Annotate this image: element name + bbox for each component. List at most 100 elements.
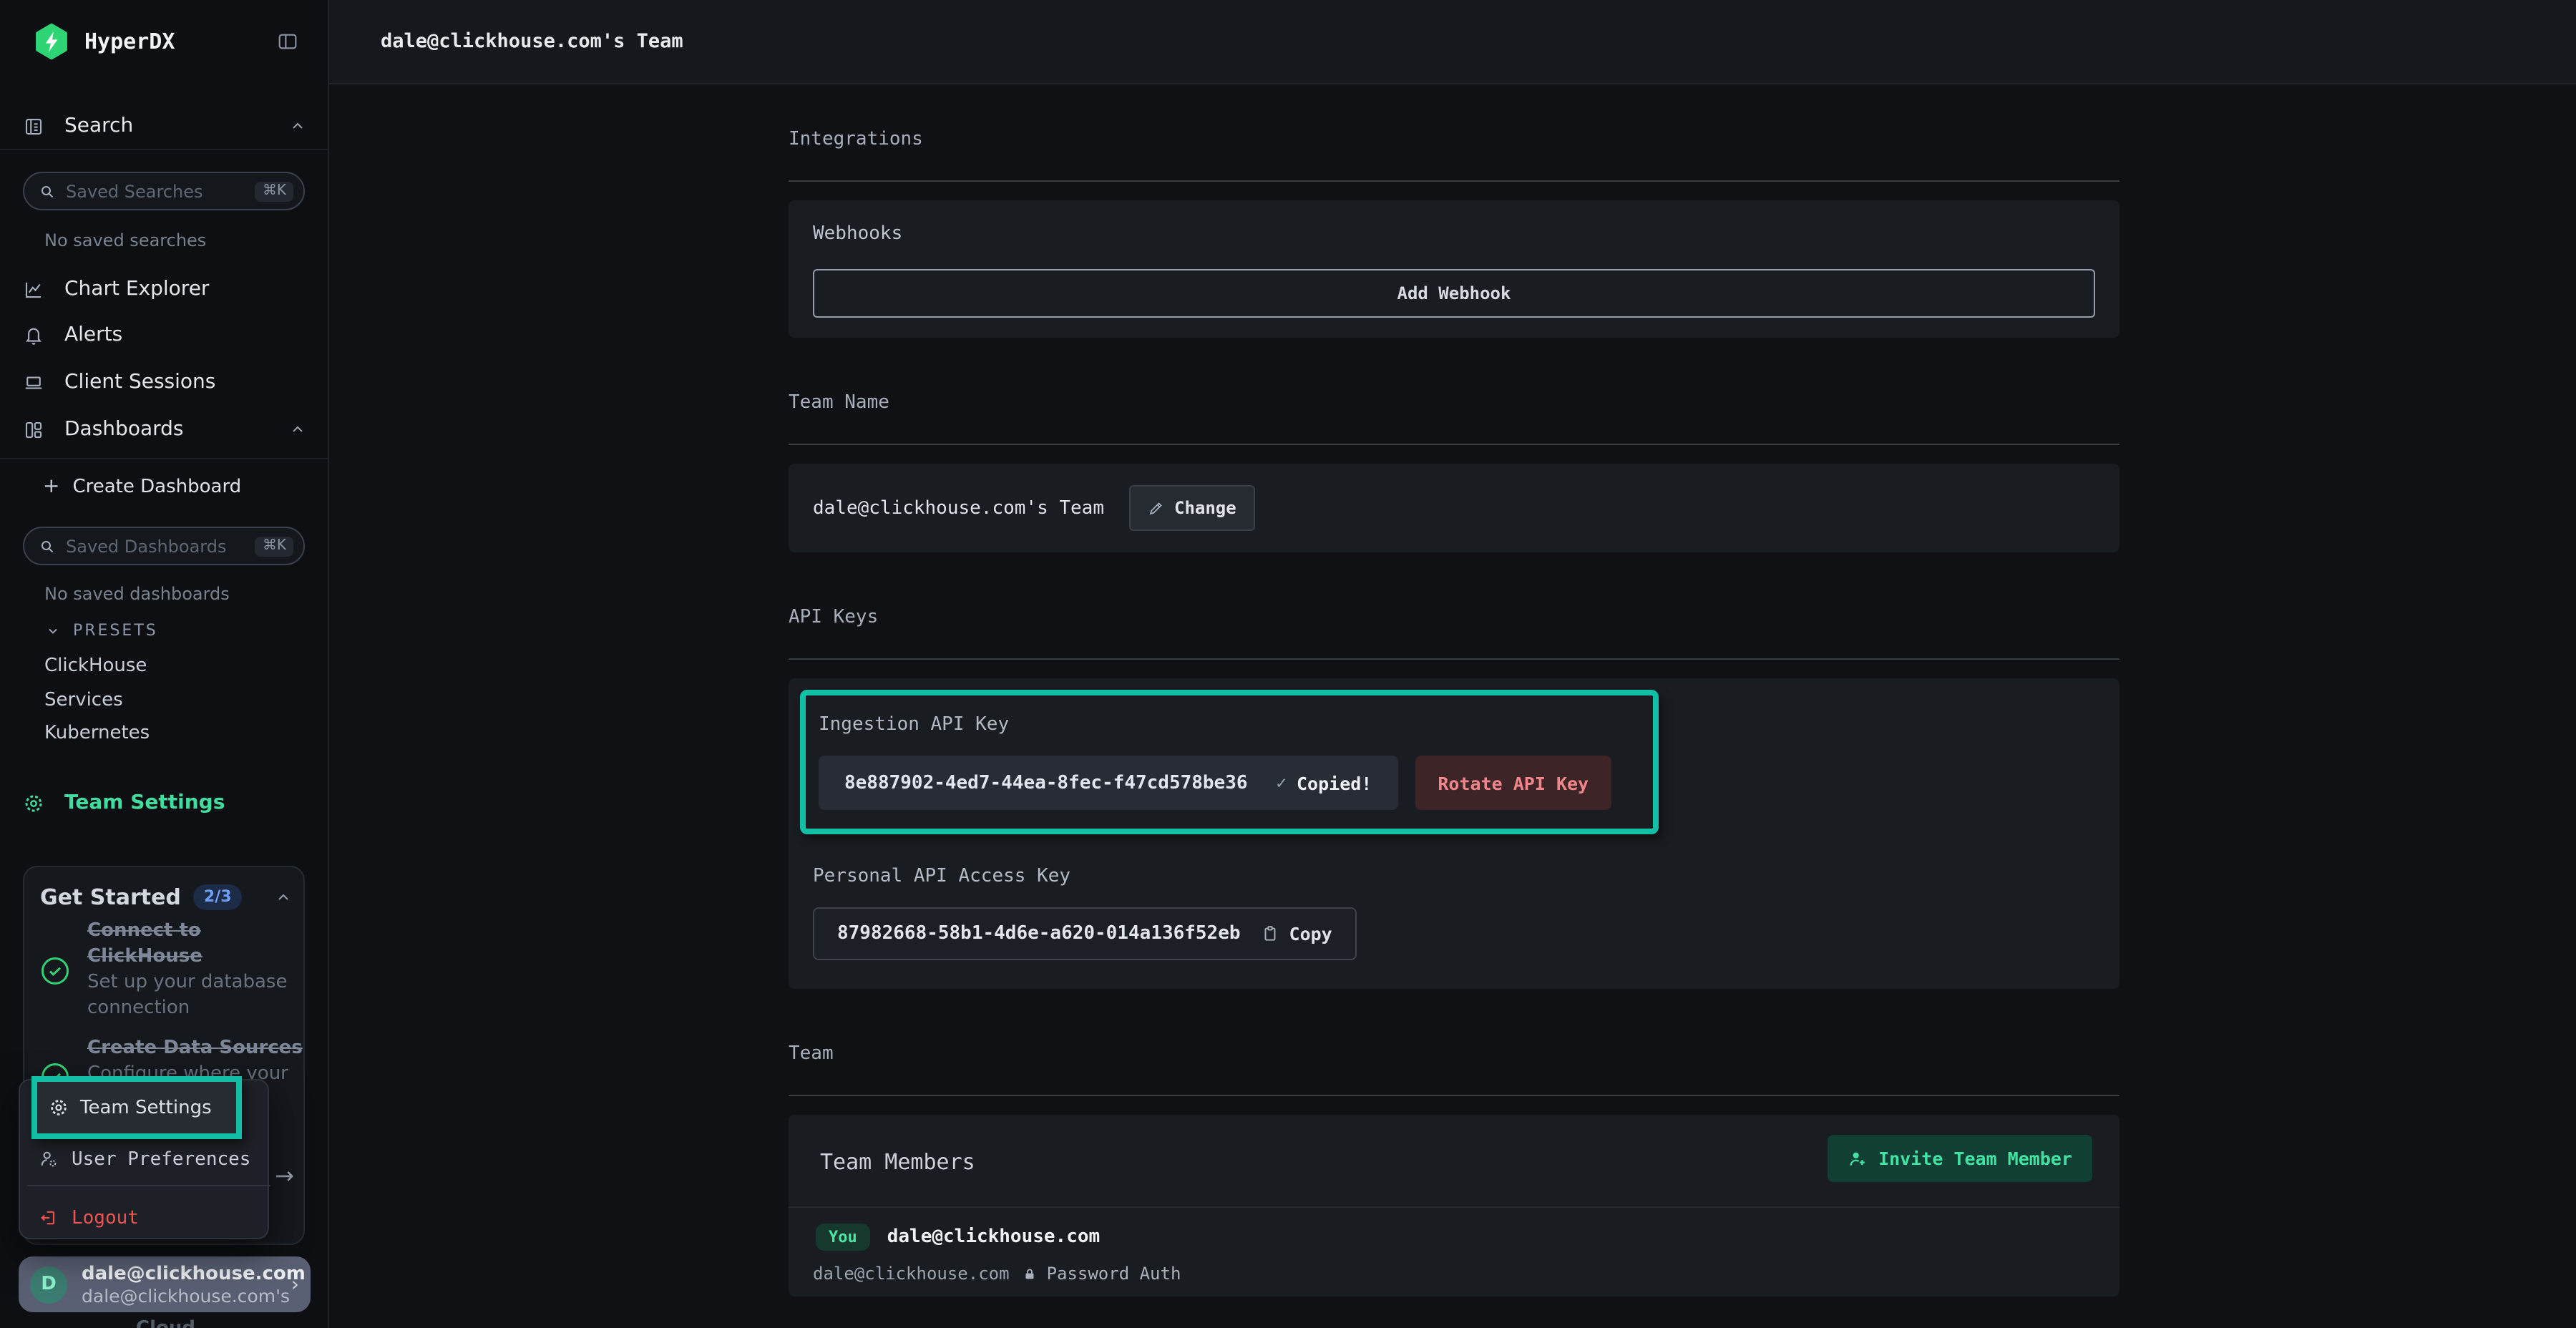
chevron-up-icon (289, 421, 306, 438)
chevron-right-icon: › (291, 1273, 299, 1296)
invite-team-member-button[interactable]: Invite Team Member (1827, 1135, 2092, 1182)
webhooks-panel: Webhooks Add Webhook (789, 200, 2119, 338)
hyperdx-logo-icon (33, 23, 70, 60)
ingestion-api-key-label: Ingestion API Key (819, 714, 1009, 736)
saved-searches-input[interactable]: Saved Searches ⌘K (23, 172, 305, 210)
dashboards-icon (23, 419, 44, 440)
preset-kubernetes[interactable]: Kubernetes (44, 723, 150, 744)
member-name: dale@clickhouse.com (887, 1226, 1100, 1248)
user-plus-icon (1847, 1148, 1867, 1168)
webhooks-label: Webhooks (813, 223, 2095, 245)
create-dashboard-button[interactable]: + Create Dashboard (43, 475, 241, 498)
sidebar-divider (0, 149, 329, 150)
team-name-heading: Team Name (789, 392, 2119, 414)
add-webhook-button[interactable]: Add Webhook (813, 269, 2095, 318)
copied-label: Copied! (1297, 772, 1372, 794)
personal-api-key-value[interactable]: 87982668-58b1-4d6e-a620-014a136f52eb Cop… (813, 907, 1357, 960)
account-email: dale@clickhouse.com (82, 1263, 291, 1284)
client-sessions-label: Client Sessions (64, 371, 215, 394)
menu-item-team-settings[interactable]: Team Settings (31, 1076, 242, 1139)
saved-searches-placeholder: Saved Searches (66, 181, 245, 201)
sidebar: HyperDX Search Saved Searches ⌘K No save… (0, 0, 329, 1328)
ingestion-api-key-value[interactable]: 8e887902-4ed7-44ea-8fec-f47cd578be36 ✓ C… (819, 756, 1397, 810)
account-text: dale@clickhouse.com dale@clickhouse.com'… (82, 1263, 291, 1306)
chevron-up-icon (289, 117, 306, 135)
page-header: dale@clickhouse.com's Team (329, 0, 2576, 84)
sidebar-footer-partial: Cloud (136, 1318, 195, 1328)
section-divider (789, 658, 2119, 660)
create-dashboard-label: Create Dashboard (72, 476, 241, 497)
menu-item-user-preferences[interactable]: User Preferences (39, 1142, 250, 1176)
search-section-label: Search (64, 114, 289, 137)
search-icon (39, 182, 56, 200)
pencil-icon (1147, 499, 1164, 517)
copy-action[interactable]: Copy (1261, 923, 1332, 944)
member-email: dale@clickhouse.com (813, 1264, 1010, 1284)
clipboard-icon (1261, 924, 1279, 943)
app-title: HyperDX (84, 29, 175, 54)
api-keys-panel: Ingestion API Key 8e887902-4ed7-44ea-8fe… (789, 678, 2119, 989)
arrow-right-icon[interactable]: → (275, 1162, 294, 1189)
menu-team-settings-label: Team Settings (80, 1097, 212, 1118)
chevron-up-icon (275, 889, 292, 906)
logout-icon (39, 1208, 59, 1228)
annotation-highlight-box: Ingestion API Key 8e887902-4ed7-44ea-8fe… (800, 690, 1659, 834)
check-circle-icon (40, 956, 70, 986)
sidebar-item-team-settings[interactable]: Team Settings (23, 791, 225, 814)
section-divider (789, 444, 2119, 445)
ingestion-key-text: 8e887902-4ed7-44ea-8fec-f47cd578be36 (844, 772, 1248, 794)
search-icon (39, 537, 56, 555)
saved-dashboards-placeholder: Saved Dashboards (66, 536, 245, 556)
you-badge: You (816, 1224, 870, 1251)
presets-label: PRESETS (73, 621, 158, 640)
menu-item-logout[interactable]: Logout (39, 1201, 139, 1235)
team-heading: Team (789, 1043, 2119, 1065)
get-started-header[interactable]: Get Started 2/3 (40, 884, 292, 911)
saved-dashboards-input[interactable]: Saved Dashboards ⌘K (23, 527, 305, 565)
team-member-meta: dale@clickhouse.com Password Auth (813, 1264, 1181, 1284)
logo[interactable]: HyperDX (33, 23, 175, 60)
preset-services[interactable]: Services (44, 690, 123, 711)
team-members-label: Team Members (820, 1149, 975, 1175)
team-name-panel: dale@clickhouse.com's Team Change (789, 464, 2119, 552)
avatar: D (30, 1266, 67, 1303)
gear-icon (23, 792, 44, 814)
team-members-panel: Team Members Invite Team Member You dale… (789, 1115, 2119, 1297)
rotate-api-key-button[interactable]: Rotate API Key (1415, 756, 1611, 810)
account-menu-popup: Team Settings User Preferences Logout (19, 1079, 269, 1239)
alerts-label: Alerts (64, 323, 122, 346)
plus-icon: + (43, 475, 59, 498)
account-button[interactable]: D dale@clickhouse.com dale@clickhouse.co… (19, 1256, 311, 1312)
copy-button-label: Copy (1289, 923, 1332, 944)
no-saved-searches-note: No saved searches (44, 230, 206, 250)
sidebar-item-chart-explorer[interactable]: Chart Explorer (23, 275, 209, 303)
bell-icon (23, 324, 44, 346)
change-team-name-button[interactable]: Change (1128, 485, 1255, 531)
main-area: dale@clickhouse.com's Team Integrations … (329, 0, 2576, 1328)
account-team: dale@clickhouse.com's (82, 1284, 291, 1306)
dashboards-label: Dashboards (64, 418, 269, 441)
step-subtitle: Set up your database connection (87, 970, 293, 1022)
sidebar-divider (0, 458, 329, 459)
sidebar-section-search[interactable]: Search (23, 114, 306, 137)
lock-icon (1023, 1266, 1038, 1281)
team-settings-label: Team Settings (64, 791, 225, 814)
invite-button-label: Invite Team Member (1878, 1148, 2072, 1169)
team-name-value: dale@clickhouse.com's Team (813, 497, 1104, 519)
sidebar-item-client-sessions[interactable]: Client Sessions (23, 368, 215, 396)
auth-method-label: Password Auth (1047, 1264, 1181, 1284)
collapse-sidebar-icon[interactable] (276, 30, 299, 53)
section-divider (789, 1095, 2119, 1096)
menu-logout-label: Logout (72, 1207, 139, 1229)
laptop-icon (23, 371, 44, 393)
personal-api-key-label: Personal API Access Key (813, 866, 1070, 887)
shortcut-badge: ⌘K (255, 181, 293, 201)
sidebar-item-dashboards[interactable]: Dashboards (23, 415, 306, 444)
preset-clickhouse[interactable]: ClickHouse (44, 655, 147, 677)
api-keys-heading: API Keys (789, 607, 2119, 628)
shortcut-badge: ⌘K (255, 536, 293, 556)
presets-toggle[interactable]: PRESETS (46, 621, 158, 640)
get-started-title: Get Started (40, 884, 181, 910)
sidebar-item-alerts[interactable]: Alerts (23, 321, 122, 349)
section-divider (789, 180, 2119, 182)
